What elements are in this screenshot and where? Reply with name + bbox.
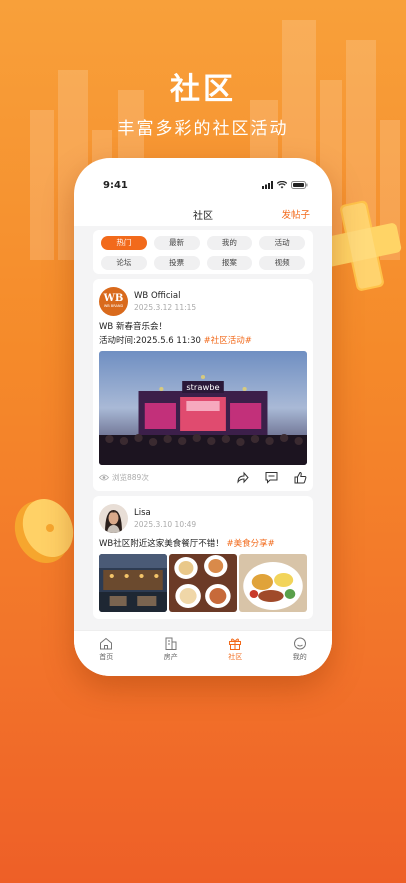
dish-image bbox=[239, 554, 307, 612]
signal-icon bbox=[262, 181, 273, 189]
hero-title: 社区 bbox=[170, 72, 236, 107]
post-text: WB 新春音乐会！ 活动时间:2025.5.6 11:30 #社区活动# bbox=[99, 320, 307, 348]
tab-label: 我的 bbox=[292, 653, 307, 661]
avatar[interactable]: WB WB BRAND bbox=[99, 286, 128, 316]
post-hashtag[interactable]: #美食分享# bbox=[226, 539, 274, 549]
restaurant-image bbox=[99, 554, 167, 612]
avatar-logo-subtext: WB BRAND bbox=[103, 303, 124, 308]
nav-bar: 社区 发帖子 bbox=[74, 204, 332, 224]
post-text-line: WB 新春音乐会！ bbox=[99, 322, 167, 332]
category-latest[interactable]: 最新 bbox=[153, 236, 200, 250]
tab-community[interactable]: 社区 bbox=[203, 631, 268, 676]
status-icons bbox=[262, 181, 308, 189]
post-text-body: WB社区附近这家美食餐厅不错！ bbox=[99, 539, 224, 549]
feed-content[interactable]: 热门 最新 我的 活动 论坛 投票 报案 视频 WB WB BRAND WB O… bbox=[74, 226, 332, 630]
tab-property[interactable]: 房产 bbox=[139, 631, 204, 676]
building-icon bbox=[165, 637, 177, 650]
bottom-tab-bar: 首页 房产 社区 我的 bbox=[74, 630, 332, 676]
coin-shape-decoration bbox=[14, 498, 74, 564]
app-store-screenshot: { "hero": {"title": "社区", "subtitle": "丰… bbox=[0, 0, 406, 883]
post-card[interactable]: WB WB BRAND WB Official 2025.3.12 11:15 … bbox=[93, 279, 313, 491]
post-actions: 浏览889次 bbox=[99, 470, 307, 484]
like-icon[interactable] bbox=[294, 471, 307, 484]
category-mine[interactable]: 我的 bbox=[206, 236, 253, 250]
share-icon[interactable] bbox=[236, 471, 249, 484]
category-events[interactable]: 活动 bbox=[259, 236, 305, 250]
status-time: 9:41 bbox=[103, 180, 128, 191]
hero-subtitle: 丰富多彩的社区活动 bbox=[117, 119, 289, 139]
tab-label: 房产 bbox=[163, 653, 178, 661]
category-report[interactable]: 报案 bbox=[206, 256, 253, 270]
gift-icon bbox=[229, 638, 242, 650]
restaurant-photo[interactable] bbox=[99, 554, 167, 612]
avatar[interactable] bbox=[99, 503, 128, 533]
category-video[interactable]: 视频 bbox=[259, 256, 305, 270]
home-icon bbox=[100, 637, 113, 650]
post-header: WB WB BRAND WB Official 2025.3.12 11:15 bbox=[99, 286, 307, 316]
event-time: 活动时间:2025.5.6 11:30 bbox=[99, 336, 201, 346]
stage-banner-text: strawbe bbox=[186, 382, 219, 392]
dish-photo[interactable] bbox=[239, 554, 307, 612]
status-bar: 9:41 bbox=[74, 180, 332, 194]
profile-icon bbox=[293, 637, 306, 650]
concert-photo[interactable]: strawbe bbox=[99, 351, 307, 465]
phone-mockup: 9:41 社区 发帖子 热门 最新 我的 活动 论坛 投票 报案 视频 WB W… bbox=[74, 158, 332, 676]
comment-icon[interactable] bbox=[265, 471, 278, 484]
tab-label: 首页 bbox=[99, 653, 114, 661]
concert-image: strawbe bbox=[99, 351, 307, 465]
view-count-text: 浏览889次 bbox=[112, 472, 149, 482]
post-date: 2025.3.10 10:49 bbox=[134, 519, 197, 529]
category-hot[interactable]: 热门 bbox=[101, 236, 147, 250]
post-text: WB社区附近这家美食餐厅不错！ #美食分享# bbox=[99, 537, 307, 551]
dimsum-photo[interactable] bbox=[169, 554, 237, 612]
tab-profile[interactable]: 我的 bbox=[268, 631, 333, 676]
eye-icon bbox=[99, 474, 109, 480]
post-header: Lisa 2025.3.10 10:49 bbox=[99, 503, 307, 533]
battery-icon bbox=[291, 181, 308, 189]
post-button[interactable]: 发帖子 bbox=[281, 207, 310, 221]
category-forum[interactable]: 论坛 bbox=[101, 256, 147, 270]
plus-shape-decoration bbox=[322, 200, 402, 291]
tab-label: 社区 bbox=[228, 653, 243, 661]
wifi-icon bbox=[277, 181, 287, 189]
tab-home[interactable]: 首页 bbox=[74, 631, 139, 676]
post-card[interactable]: Lisa 2025.3.10 10:49 WB社区附近这家美食餐厅不错！ #美食… bbox=[93, 496, 313, 619]
food-photos bbox=[99, 554, 307, 612]
avatar-image bbox=[99, 503, 128, 533]
avatar-logo-text: WB bbox=[103, 292, 124, 304]
post-author[interactable]: WB Official bbox=[134, 290, 196, 302]
post-author[interactable]: Lisa bbox=[134, 507, 196, 519]
category-grid: 热门 最新 我的 活动 论坛 投票 报案 视频 bbox=[93, 230, 313, 274]
category-vote[interactable]: 投票 bbox=[153, 256, 200, 270]
view-count: 浏览889次 bbox=[99, 472, 236, 483]
post-text-line-2: 活动时间:2025.5.6 11:30 #社区活动# bbox=[99, 334, 307, 348]
post-date: 2025.3.12 11:15 bbox=[134, 302, 197, 312]
dimsum-image bbox=[169, 554, 237, 612]
post-hashtag[interactable]: #社区活动# bbox=[204, 336, 252, 346]
